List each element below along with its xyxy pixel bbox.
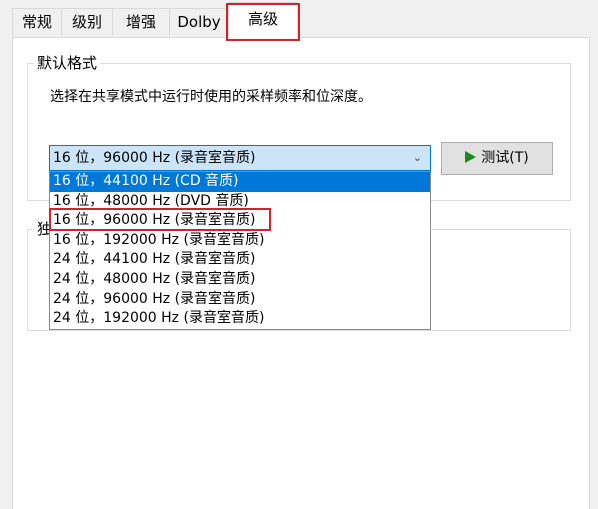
format-option[interactable]: 16 位，192000 Hz (录音室音质) (50, 231, 430, 251)
tab-advanced[interactable]: 高级 (228, 2, 298, 38)
play-icon (465, 151, 477, 163)
tab-general[interactable]: 常规 (12, 8, 62, 36)
format-option[interactable]: 24 位，96000 Hz (录音室音质) (50, 290, 430, 310)
test-button-label: 测试(T) (481, 150, 529, 166)
format-option[interactable]: 16 位，96000 Hz (录音室音质) (50, 211, 430, 231)
tab-enhancements[interactable]: 增强 (112, 8, 170, 36)
format-selected-value: 16 位，96000 Hz (录音室音质) (53, 150, 256, 166)
default-format-label: 默认格式 (34, 54, 101, 72)
chevron-down-icon[interactable]: ⌄ (413, 146, 422, 170)
test-button[interactable]: 测试(T) (441, 142, 553, 175)
default-format-description: 选择在共享模式中运行时使用的采样频率和位深度。 (50, 89, 372, 105)
tab-levels[interactable]: 级别 (61, 8, 113, 36)
tab-dolby[interactable]: Dolby (169, 8, 229, 36)
format-option[interactable]: 16 位，44100 Hz (CD 音质) (50, 172, 430, 192)
format-option[interactable]: 24 位，44100 Hz (录音室音质) (50, 250, 430, 270)
format-option[interactable]: 24 位，192000 Hz (录音室音质) (50, 309, 430, 329)
format-combobox[interactable]: 16 位，96000 Hz (录音室音质) ⌄ (49, 145, 431, 171)
format-option[interactable]: 24 位，48000 Hz (录音室音质) (50, 270, 430, 290)
format-option[interactable]: 16 位，48000 Hz (DVD 音质) (50, 192, 430, 212)
tab-bar: 常规 级别 增强 Dolby 高级 (0, 0, 598, 38)
format-dropdown-list: 16 位，44100 Hz (CD 音质) 16 位，48000 Hz (DVD… (49, 171, 431, 330)
